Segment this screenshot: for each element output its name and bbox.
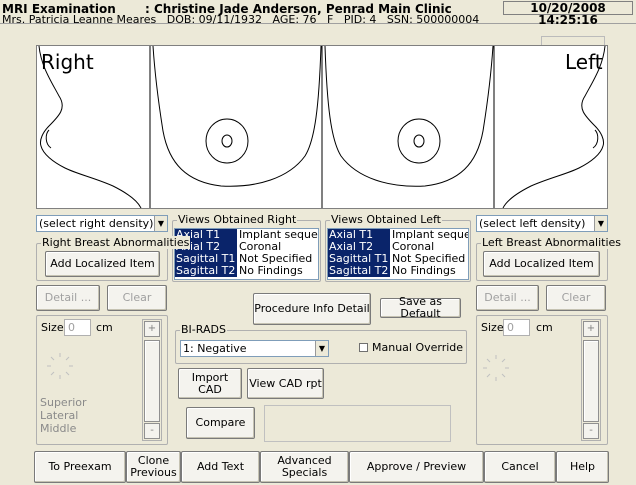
left-size-label: Size — [481, 321, 504, 334]
views-right-label: Views Obtained Right — [177, 213, 298, 226]
left-label: Left — [565, 50, 603, 74]
right-location-superior: Superior — [40, 396, 87, 409]
right-size-unit: cm — [96, 321, 113, 334]
right-density-value: (select right density) — [39, 217, 154, 230]
birads-select[interactable]: 1: Negative ▼ — [180, 340, 329, 357]
help-button[interactable]: Help — [556, 451, 609, 483]
left-size-scrollbar[interactable]: + - — [581, 319, 601, 441]
right-location-lateral: Lateral — [40, 409, 79, 422]
clone-previous-line2: Previous — [130, 466, 177, 479]
patient-info: Mrs. Patricia Leanne Meares DOB: 09/11/1… — [2, 13, 480, 26]
left-density-value: (select left density) — [479, 217, 586, 230]
right-abnormalities-label: Right Breast Abnormalities — [41, 236, 191, 249]
to-preexam-button[interactable]: To Preexam — [34, 451, 126, 483]
breast-outline-drawing — [38, 45, 606, 209]
import-cad-button[interactable]: Import CAD — [178, 368, 242, 399]
right-scroll-up-button[interactable]: + — [144, 321, 160, 337]
right-density-select[interactable]: (select right density) ▼ — [36, 215, 168, 232]
right-add-localized-item-button[interactable]: Add Localized Item — [45, 251, 160, 277]
left-scroll-down-button[interactable]: - — [583, 423, 599, 439]
left-scroll-up-button[interactable]: + — [583, 321, 599, 337]
left-clear-button[interactable]: Clear — [546, 285, 606, 311]
breast-diagram[interactable]: Right Left — [36, 45, 608, 209]
birads-value: 1: Negative — [183, 342, 247, 355]
add-text-button[interactable]: Add Text — [181, 451, 260, 483]
right-scroll-down-button[interactable]: - — [144, 423, 160, 439]
advanced-specials-line2: Specials — [281, 466, 328, 479]
compare-info-box — [264, 405, 451, 442]
views-left-list[interactable]: Axial T1Implant sequence Axial T2Coronal… — [327, 228, 469, 280]
compare-button[interactable]: Compare — [186, 407, 255, 439]
right-size-input[interactable]: 0 — [64, 319, 91, 336]
advanced-specials-button[interactable]: Advanced Specials — [260, 451, 349, 483]
chevron-down-icon[interactable]: ▼ — [315, 341, 328, 356]
procedure-info-detail-button[interactable]: Procedure Info Detail — [253, 293, 371, 325]
chevron-down-icon[interactable]: ▼ — [154, 216, 167, 231]
right-location-middle: Middle — [40, 422, 77, 435]
clone-previous-button[interactable]: Clone Previous — [126, 451, 181, 483]
view-cad-rpt-button[interactable]: View CAD rpt — [247, 368, 324, 399]
right-label: Right — [41, 50, 94, 74]
manual-override-checkbox[interactable] — [359, 343, 368, 352]
left-abnormalities-label: Left Breast Abnormalities — [481, 236, 623, 249]
left-add-localized-item-button[interactable]: Add Localized Item — [483, 251, 600, 277]
manual-override-label: Manual Override — [372, 341, 464, 354]
left-size-input[interactable]: 0 — [503, 319, 530, 336]
left-detail-button[interactable]: Detail ... — [476, 285, 539, 311]
views-right-list[interactable]: Axial T1Implant sequence Axial T2Coronal… — [174, 228, 319, 280]
approve-preview-button[interactable]: Approve / Preview — [349, 451, 484, 483]
save-as-default-button[interactable]: Save as Default — [380, 296, 461, 320]
right-location-clock-icon[interactable] — [45, 351, 75, 381]
views-left-label: Views Obtained Left — [330, 213, 442, 226]
cancel-button[interactable]: Cancel — [484, 451, 556, 483]
left-scroll-thumb[interactable] — [583, 340, 599, 422]
chevron-down-icon[interactable]: ▼ — [594, 216, 607, 231]
left-density-select[interactable]: (select left density) ▼ — [476, 215, 608, 232]
right-size-label: Size — [41, 321, 64, 334]
left-location-clock-icon[interactable] — [481, 353, 511, 383]
right-scroll-thumb[interactable] — [144, 340, 160, 422]
right-detail-button[interactable]: Detail ... — [36, 285, 100, 311]
birads-label: BI-RADS — [180, 323, 227, 336]
date-time: 10/20/2008 14:25:16 — [503, 1, 633, 26]
left-size-unit: cm — [536, 321, 553, 334]
right-size-scrollbar[interactable]: + - — [142, 319, 162, 441]
right-clear-button[interactable]: Clear — [107, 285, 167, 311]
